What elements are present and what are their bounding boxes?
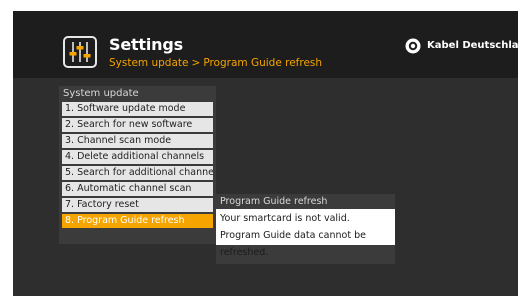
menu-item-automatic-channel-scan[interactable]: 6. Automatic channel scan (62, 182, 213, 196)
menu-item-search-for-additional-channels[interactable]: 5. Search for additional channels (62, 166, 213, 180)
page-title: Settings (109, 35, 183, 54)
system-update-menu: System update 1. Software update mode 2.… (59, 86, 216, 244)
menu-title: System update (63, 88, 139, 99)
tv-screen: Settings System update > Program Guide ref… (13, 11, 518, 296)
breadcrumb-separator: > (191, 57, 201, 69)
dialog-title: Program Guide refresh (220, 196, 328, 207)
menu-item-channel-scan-mode[interactable]: 3. Channel scan mode (62, 134, 213, 148)
kabel-deutschland-logo-icon (405, 38, 421, 54)
menu-item-factory-reset[interactable]: 7. Factory reset (62, 198, 213, 212)
breadcrumb-item-program-guide-refresh: Program Guide refresh (203, 57, 323, 69)
menu-list: 1. Software update mode 2. Search for ne… (62, 102, 213, 230)
header-bar: Settings System update > Program Guide ref… (13, 11, 518, 78)
program-guide-refresh-dialog: Program Guide refresh Your smartcard is … (216, 194, 395, 264)
settings-sliders-icon (63, 36, 97, 68)
menu-item-program-guide-refresh[interactable]: 8. Program Guide refresh (62, 214, 213, 228)
breadcrumb-item-system-update: System update (109, 57, 189, 69)
breadcrumb: System update > Program Guide refresh (109, 57, 322, 69)
menu-item-search-for-new-software[interactable]: 2. Search for new software (62, 118, 213, 132)
menu-item-software-update-mode[interactable]: 1. Software update mode (62, 102, 213, 116)
brand-name: Kabel Deutschland (427, 40, 518, 51)
menu-item-delete-additional-channels[interactable]: 4. Delete additional channels (62, 150, 213, 164)
dialog-message: Your smartcard is not valid. Program Gui… (216, 209, 395, 258)
